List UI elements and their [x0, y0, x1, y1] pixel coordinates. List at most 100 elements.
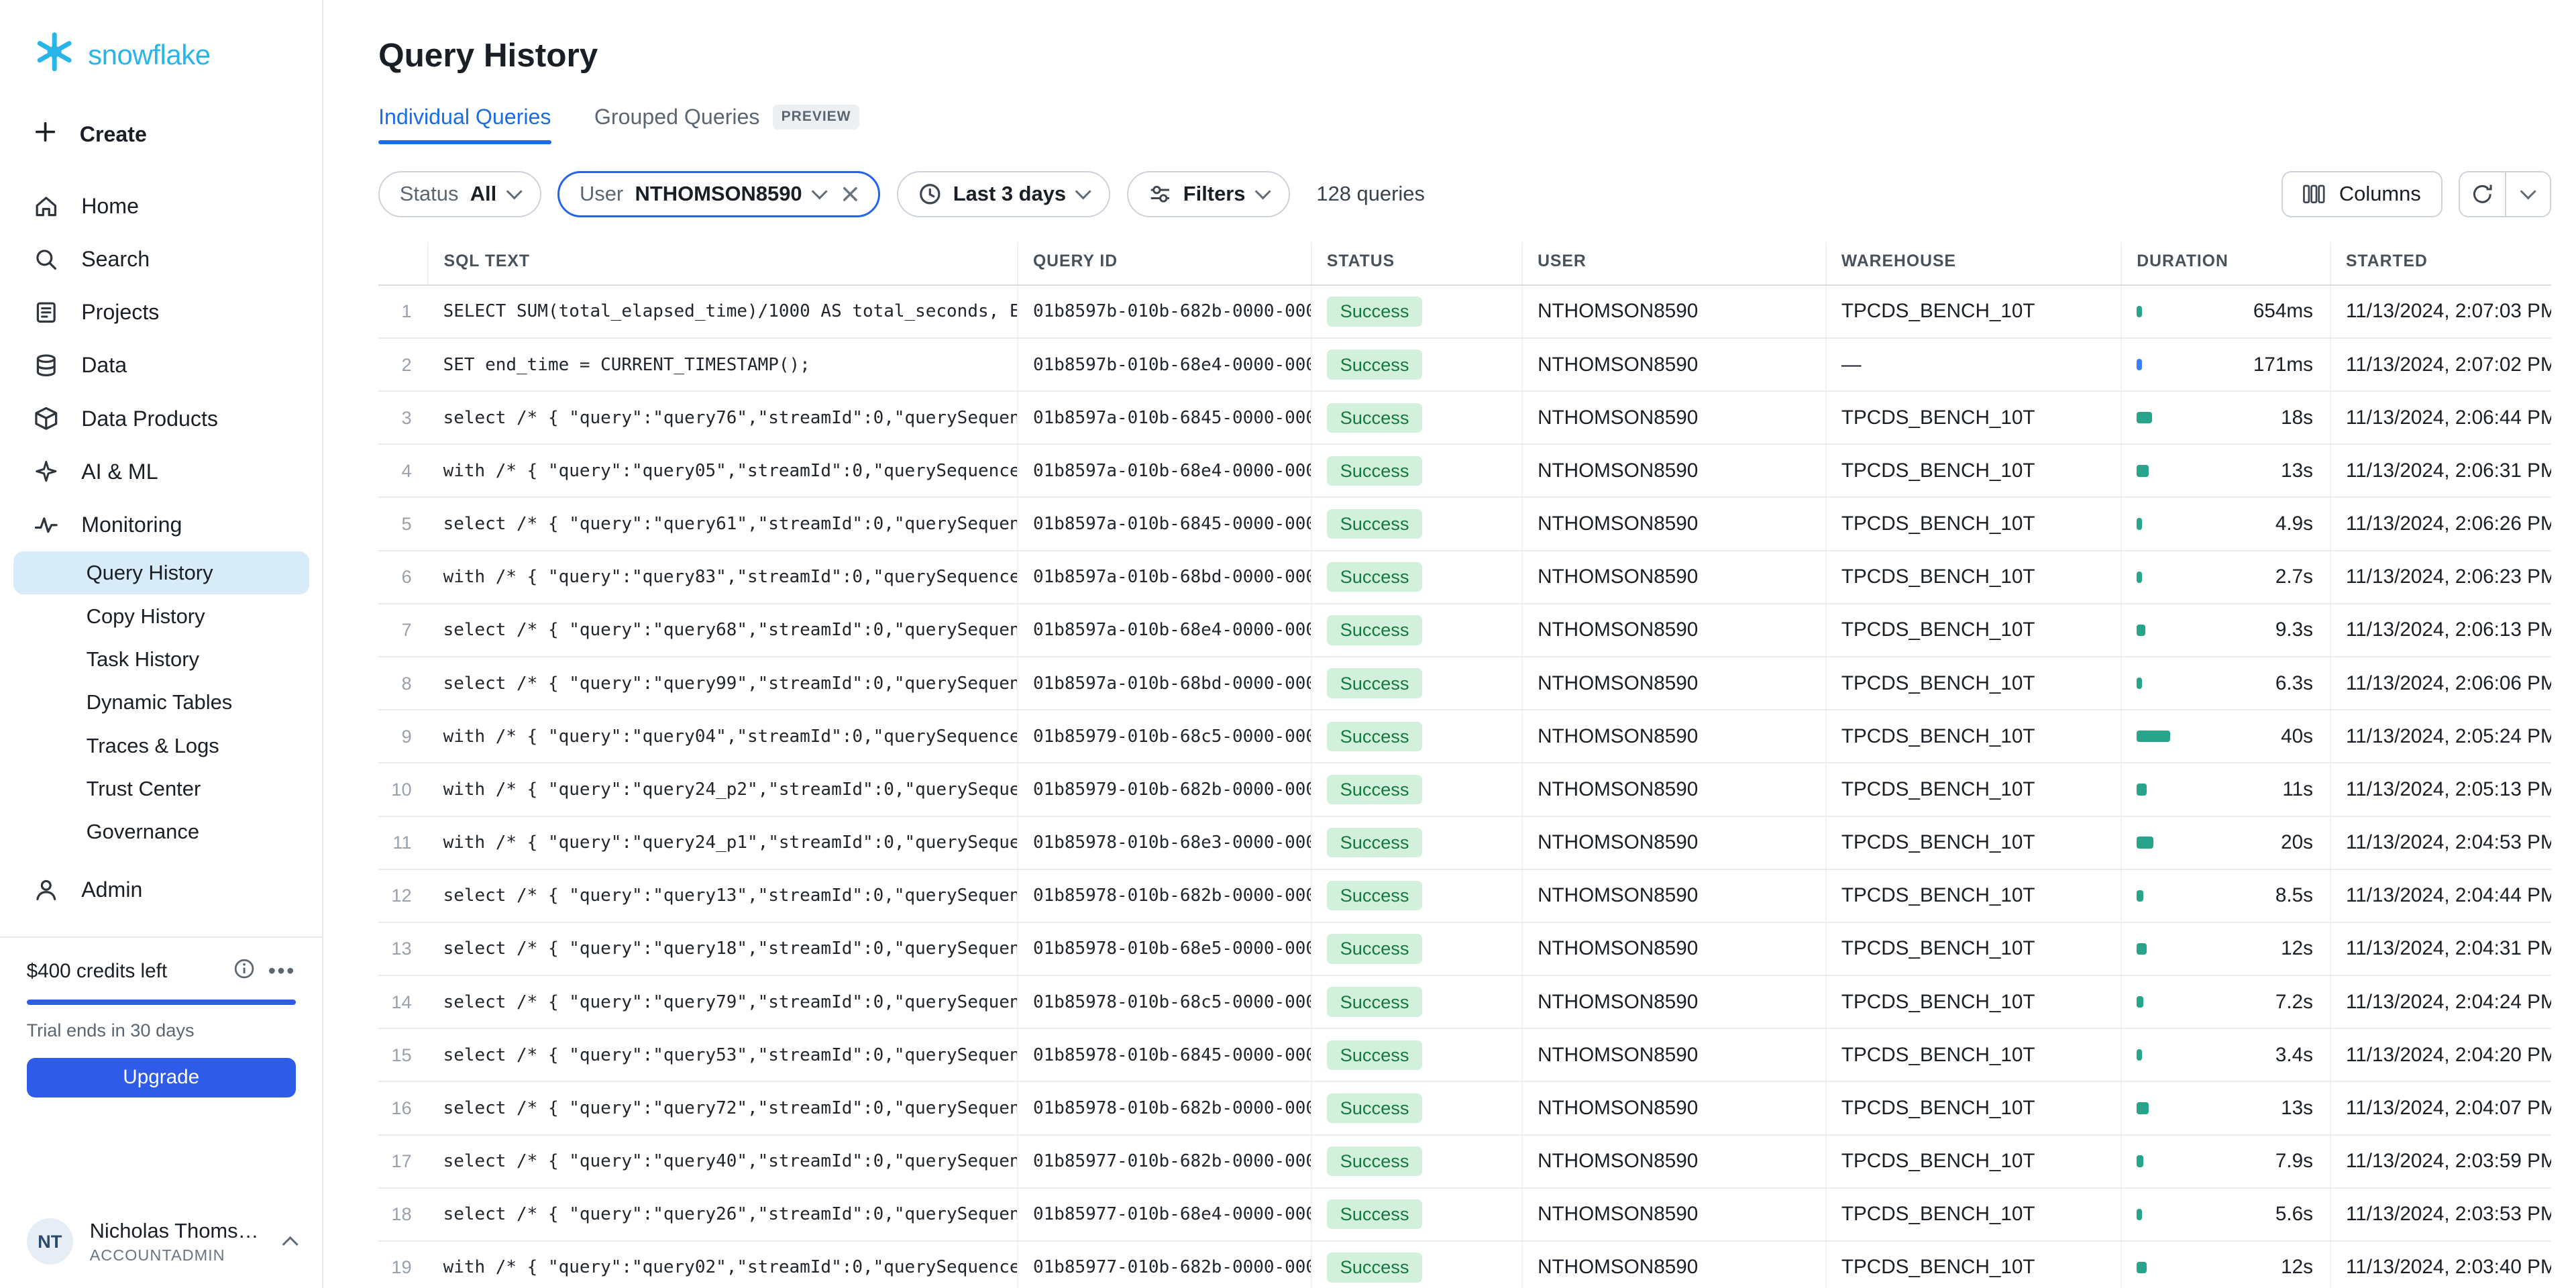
- duration-bar: [2137, 837, 2153, 848]
- warehouse-cell: TPCDS_BENCH_10T: [1826, 816, 2121, 869]
- more-options-icon[interactable]: •••: [268, 963, 296, 979]
- sidebar-item-task-history[interactable]: Task History: [13, 638, 309, 681]
- sidebar-item-traces-logs[interactable]: Traces & Logs: [13, 724, 309, 767]
- status-filter[interactable]: Status All: [378, 171, 541, 217]
- sidebar-item-ai-ml[interactable]: AI & ML: [0, 445, 322, 498]
- sidebar-item-copy-history[interactable]: Copy History: [13, 594, 309, 637]
- upgrade-button[interactable]: Upgrade: [27, 1058, 296, 1097]
- header-status[interactable]: STATUS: [1311, 242, 1522, 285]
- sidebar-item-label: Governance: [87, 820, 199, 844]
- status-cell: Success: [1311, 1028, 1522, 1081]
- query-row[interactable]: 17select /* { "query":"query40","streamI…: [378, 1135, 2551, 1188]
- user-cell: NTHOMSON8590: [1522, 869, 1826, 922]
- query-row[interactable]: 19with /* { "query":"query02","streamId"…: [378, 1241, 2551, 1288]
- query-row[interactable]: 11with /* { "query":"query24_p1","stream…: [378, 816, 2551, 869]
- duration-bar: [2137, 572, 2141, 583]
- query-row[interactable]: 7select /* { "query":"query68","streamId…: [378, 604, 2551, 657]
- ai-ml-icon: [33, 459, 60, 486]
- query-row[interactable]: 9with /* { "query":"query04","streamId":…: [378, 710, 2551, 763]
- query-row[interactable]: 3select /* { "query":"query76","streamId…: [378, 391, 2551, 444]
- started-cell: 11/13/2024, 2:05:13 PM: [2330, 763, 2551, 816]
- refresh-button[interactable]: [2460, 172, 2505, 216]
- sidebar-item-trust-center[interactable]: Trust Center: [13, 767, 309, 810]
- create-button[interactable]: Create: [0, 106, 322, 163]
- sidebar-item-projects[interactable]: Projects: [0, 286, 322, 339]
- sidebar-item-search[interactable]: Search: [0, 233, 322, 286]
- columns-button[interactable]: Columns: [2282, 171, 2443, 217]
- duration-value: 171ms: [2253, 354, 2313, 376]
- status-badge: Success: [1327, 615, 1422, 645]
- row-number: 13: [378, 922, 428, 975]
- query-row[interactable]: 13select /* { "query":"query18","streamI…: [378, 922, 2551, 975]
- snowflake-logo[interactable]: snowflake: [0, 0, 322, 106]
- query-row[interactable]: 18select /* { "query":"query26","streamI…: [378, 1188, 2551, 1241]
- tab-grouped-queries[interactable]: Grouped Queries PREVIEW: [594, 105, 859, 144]
- header-started[interactable]: STARTED: [2330, 242, 2551, 285]
- sidebar-item-dynamic-tables[interactable]: Dynamic Tables: [13, 681, 309, 724]
- columns-label: Columns: [2339, 182, 2421, 206]
- query-row[interactable]: 15select /* { "query":"query53","streamI…: [378, 1028, 2551, 1081]
- sidebar-item-query-history[interactable]: Query History: [13, 551, 309, 594]
- header-user[interactable]: USER: [1522, 242, 1826, 285]
- header-sql-text[interactable]: SQL TEXT: [428, 242, 1017, 285]
- query-row[interactable]: 2SET end_time = CURRENT_TIMESTAMP();01b8…: [378, 338, 2551, 391]
- filters-button[interactable]: Filters: [1127, 171, 1290, 217]
- sidebar-item-home[interactable]: Home: [0, 180, 322, 233]
- warehouse-cell: TPCDS_BENCH_10T: [1826, 1028, 2121, 1081]
- header-query-id[interactable]: QUERY ID: [1018, 242, 1311, 285]
- duration-value: 13s: [2281, 1097, 2313, 1120]
- started-cell: 11/13/2024, 2:06:44 PM: [2330, 391, 2551, 444]
- sidebar-item-monitoring[interactable]: Monitoring: [0, 498, 322, 551]
- duration-cell: 9.3s: [2121, 604, 2330, 657]
- status-badge: Success: [1327, 934, 1422, 963]
- query-row[interactable]: 10with /* { "query":"query24_p2","stream…: [378, 763, 2551, 816]
- sql-text-cell: select /* { "query":"query26","streamId"…: [428, 1188, 1017, 1241]
- sql-text-cell: select /* { "query":"query72","streamId"…: [428, 1081, 1017, 1134]
- warehouse-cell: TPCDS_BENCH_10T: [1826, 1081, 2121, 1134]
- query-row[interactable]: 5select /* { "query":"query61","streamId…: [378, 497, 2551, 550]
- query-row[interactable]: 12select /* { "query":"query13","streamI…: [378, 869, 2551, 922]
- sidebar-item-label: Admin: [81, 877, 142, 902]
- duration-cell: 7.9s: [2121, 1135, 2330, 1188]
- query-id-cell: 01b85978-010b-682b-0000-0009: [1018, 1081, 1311, 1134]
- sql-text-cell: with /* { "query":"query04","streamId":0…: [428, 710, 1017, 763]
- sidebar-item-label: AI & ML: [81, 460, 158, 484]
- database-icon: [33, 352, 60, 379]
- query-id-cell: 01b85978-010b-68e5-0000-0009: [1018, 922, 1311, 975]
- duration-cell: 7.2s: [2121, 975, 2330, 1028]
- query-row[interactable]: 14select /* { "query":"query79","streamI…: [378, 975, 2551, 1028]
- monitoring-icon: [33, 512, 60, 539]
- info-icon[interactable]: [233, 958, 255, 985]
- tab-individual-queries[interactable]: Individual Queries: [378, 105, 551, 144]
- duration-bar: [2137, 465, 2148, 476]
- query-id-cell: 01b8597b-010b-682b-0000-0009: [1018, 285, 1311, 338]
- clear-user-filter-icon[interactable]: [842, 186, 859, 203]
- query-row[interactable]: 6with /* { "query":"query83","streamId":…: [378, 551, 2551, 604]
- projects-icon: [33, 299, 60, 326]
- sql-text-cell: with /* { "query":"query83","streamId":0…: [428, 551, 1017, 604]
- header-warehouse[interactable]: WAREHOUSE: [1826, 242, 2121, 285]
- sidebar-item-data-products[interactable]: Data Products: [0, 392, 322, 445]
- user-filter[interactable]: User NTHOMSON8590: [557, 171, 880, 217]
- user-menu[interactable]: NT Nicholas Thoms… ACCOUNTADMIN: [0, 1195, 322, 1288]
- sidebar-item-admin[interactable]: Admin: [0, 863, 322, 916]
- query-row[interactable]: 16select /* { "query":"query72","streamI…: [378, 1081, 2551, 1134]
- sidebar-item-data[interactable]: Data: [0, 339, 322, 392]
- query-row[interactable]: 4with /* { "query":"query05","streamId":…: [378, 444, 2551, 497]
- started-cell: 11/13/2024, 2:06:26 PM: [2330, 497, 2551, 550]
- clock-icon: [918, 182, 942, 206]
- started-cell: 11/13/2024, 2:04:24 PM: [2330, 975, 2551, 1028]
- refresh-options-button[interactable]: [2505, 172, 2550, 216]
- sql-text-cell: with /* { "query":"query02","streamId":0…: [428, 1241, 1017, 1288]
- header-duration[interactable]: DURATION: [2121, 242, 2330, 285]
- warehouse-cell: TPCDS_BENCH_10T: [1826, 657, 2121, 710]
- duration-value: 654ms: [2253, 300, 2313, 323]
- query-row[interactable]: 8select /* { "query":"query99","streamId…: [378, 657, 2551, 710]
- time-range-filter[interactable]: Last 3 days: [897, 171, 1110, 217]
- chevron-down-icon: [1075, 183, 1091, 199]
- sidebar-item-governance[interactable]: Governance: [13, 810, 309, 853]
- query-id-cell: 01b8597b-010b-68e4-0000-0009: [1018, 338, 1311, 391]
- filters-label: Filters: [1183, 182, 1246, 206]
- query-row[interactable]: 1SELECT SUM(total_elapsed_time)/1000 AS …: [378, 285, 2551, 338]
- status-badge: Success: [1327, 1093, 1422, 1123]
